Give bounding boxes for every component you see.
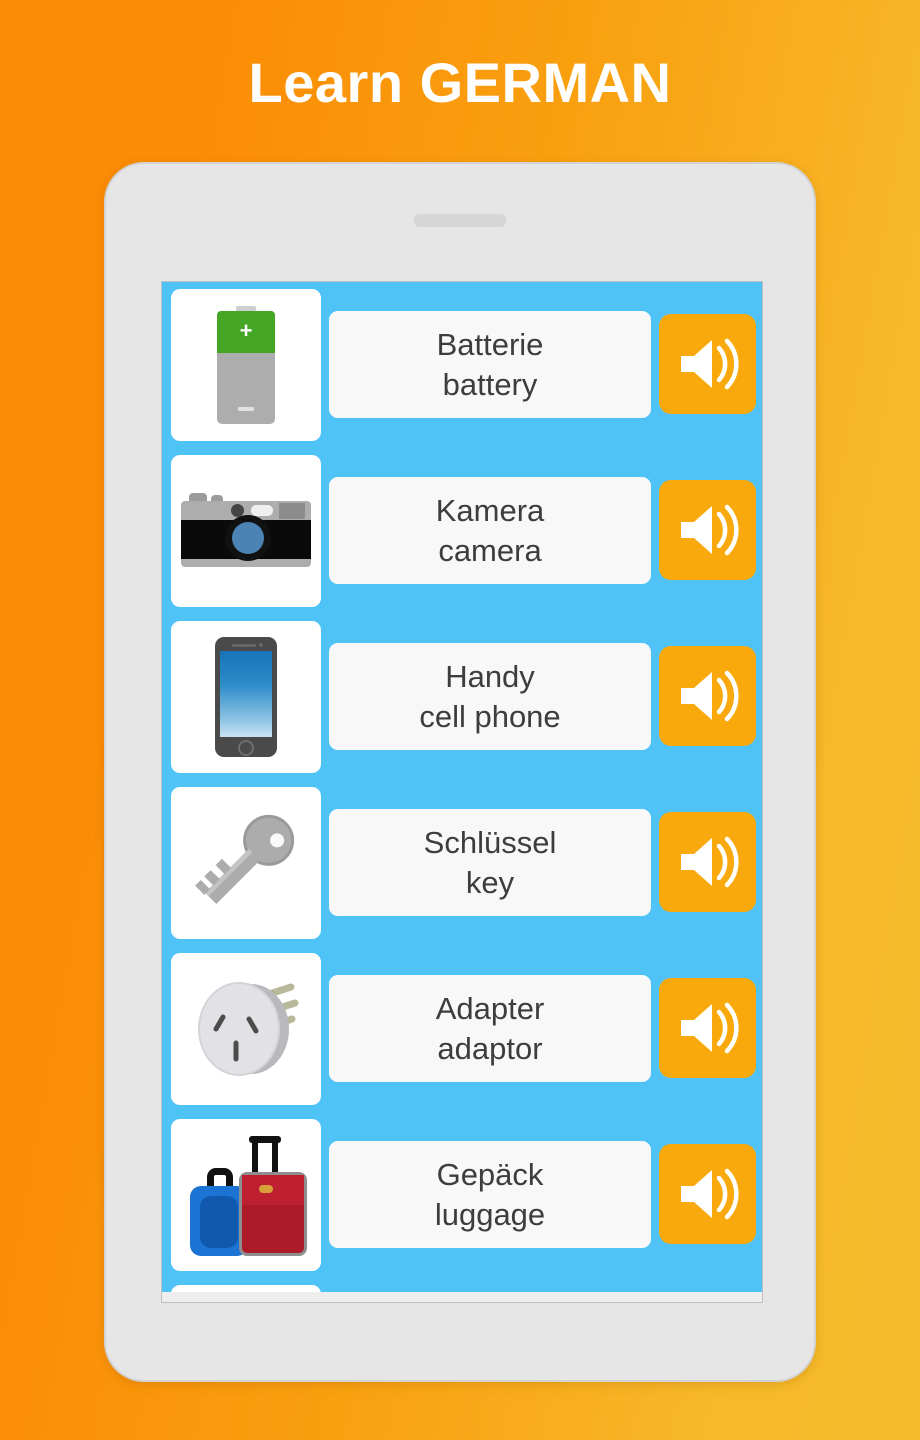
luggage-icon: [183, 1134, 309, 1256]
vocabulary-list[interactable]: + Batterie battery Kamera camera Handy c…: [162, 282, 762, 1302]
word-card[interactable]: Batterie battery: [329, 311, 651, 418]
key-icon: [186, 803, 306, 923]
german-word: Kamera: [435, 492, 545, 528]
tablet-screen: + Batterie battery Kamera camera Handy c…: [161, 281, 763, 1303]
list-item[interactable]: Gepäck luggage: [162, 1112, 762, 1278]
english-word: camera: [438, 532, 542, 568]
play-audio-button[interactable]: [659, 812, 756, 912]
speaker-icon: [677, 669, 739, 723]
cell-phone-icon: [215, 637, 277, 757]
page-title: Learn GERMAN: [248, 51, 672, 114]
word-card[interactable]: Handy cell phone: [329, 643, 651, 750]
german-word: Handy: [445, 658, 535, 694]
german-word: Batterie: [436, 326, 544, 362]
play-audio-button[interactable]: [659, 646, 756, 746]
screen-bottom-bar: [162, 1292, 762, 1302]
icon-card: [171, 621, 321, 773]
speaker-icon: [677, 1167, 739, 1221]
play-audio-button[interactable]: [659, 314, 756, 414]
word-card[interactable]: Schlüssel key: [329, 809, 651, 916]
tablet-speaker-slot: [413, 214, 507, 227]
list-item[interactable]: + Batterie battery: [162, 282, 762, 448]
tablet-mockup: + Batterie battery Kamera camera Handy c…: [104, 162, 816, 1382]
play-audio-button[interactable]: [659, 978, 756, 1078]
english-word: adaptor: [437, 1030, 543, 1066]
play-audio-button[interactable]: [659, 480, 756, 580]
icon-card: [171, 787, 321, 939]
german-word: Schlüssel: [423, 824, 557, 860]
word-card[interactable]: Adapter adaptor: [329, 975, 651, 1082]
battery-icon: +: [217, 306, 275, 424]
word-card[interactable]: Kamera camera: [329, 477, 651, 584]
icon-card: [171, 953, 321, 1105]
english-word: luggage: [434, 1196, 546, 1232]
word-card[interactable]: Gepäck luggage: [329, 1141, 651, 1248]
english-word: battery: [442, 366, 538, 402]
german-word: Adapter: [435, 990, 545, 1026]
speaker-icon: [677, 1001, 739, 1055]
english-word: key: [465, 864, 515, 900]
icon-card: +: [171, 289, 321, 441]
list-item[interactable]: Adapter adaptor: [162, 946, 762, 1112]
speaker-icon: [677, 835, 739, 889]
speaker-icon: [677, 503, 739, 557]
play-audio-button[interactable]: [659, 1144, 756, 1244]
speaker-icon: [677, 337, 739, 391]
icon-card: [171, 1119, 321, 1271]
german-word: Gepäck: [436, 1156, 544, 1192]
camera-icon: [181, 493, 311, 569]
icon-card: [171, 455, 321, 607]
power-adapter-icon: [187, 973, 305, 1085]
english-word: cell phone: [419, 698, 561, 734]
list-item[interactable]: Handy cell phone: [162, 614, 762, 780]
list-item[interactable]: Schlüssel key: [162, 780, 762, 946]
list-item[interactable]: Kamera camera: [162, 448, 762, 614]
